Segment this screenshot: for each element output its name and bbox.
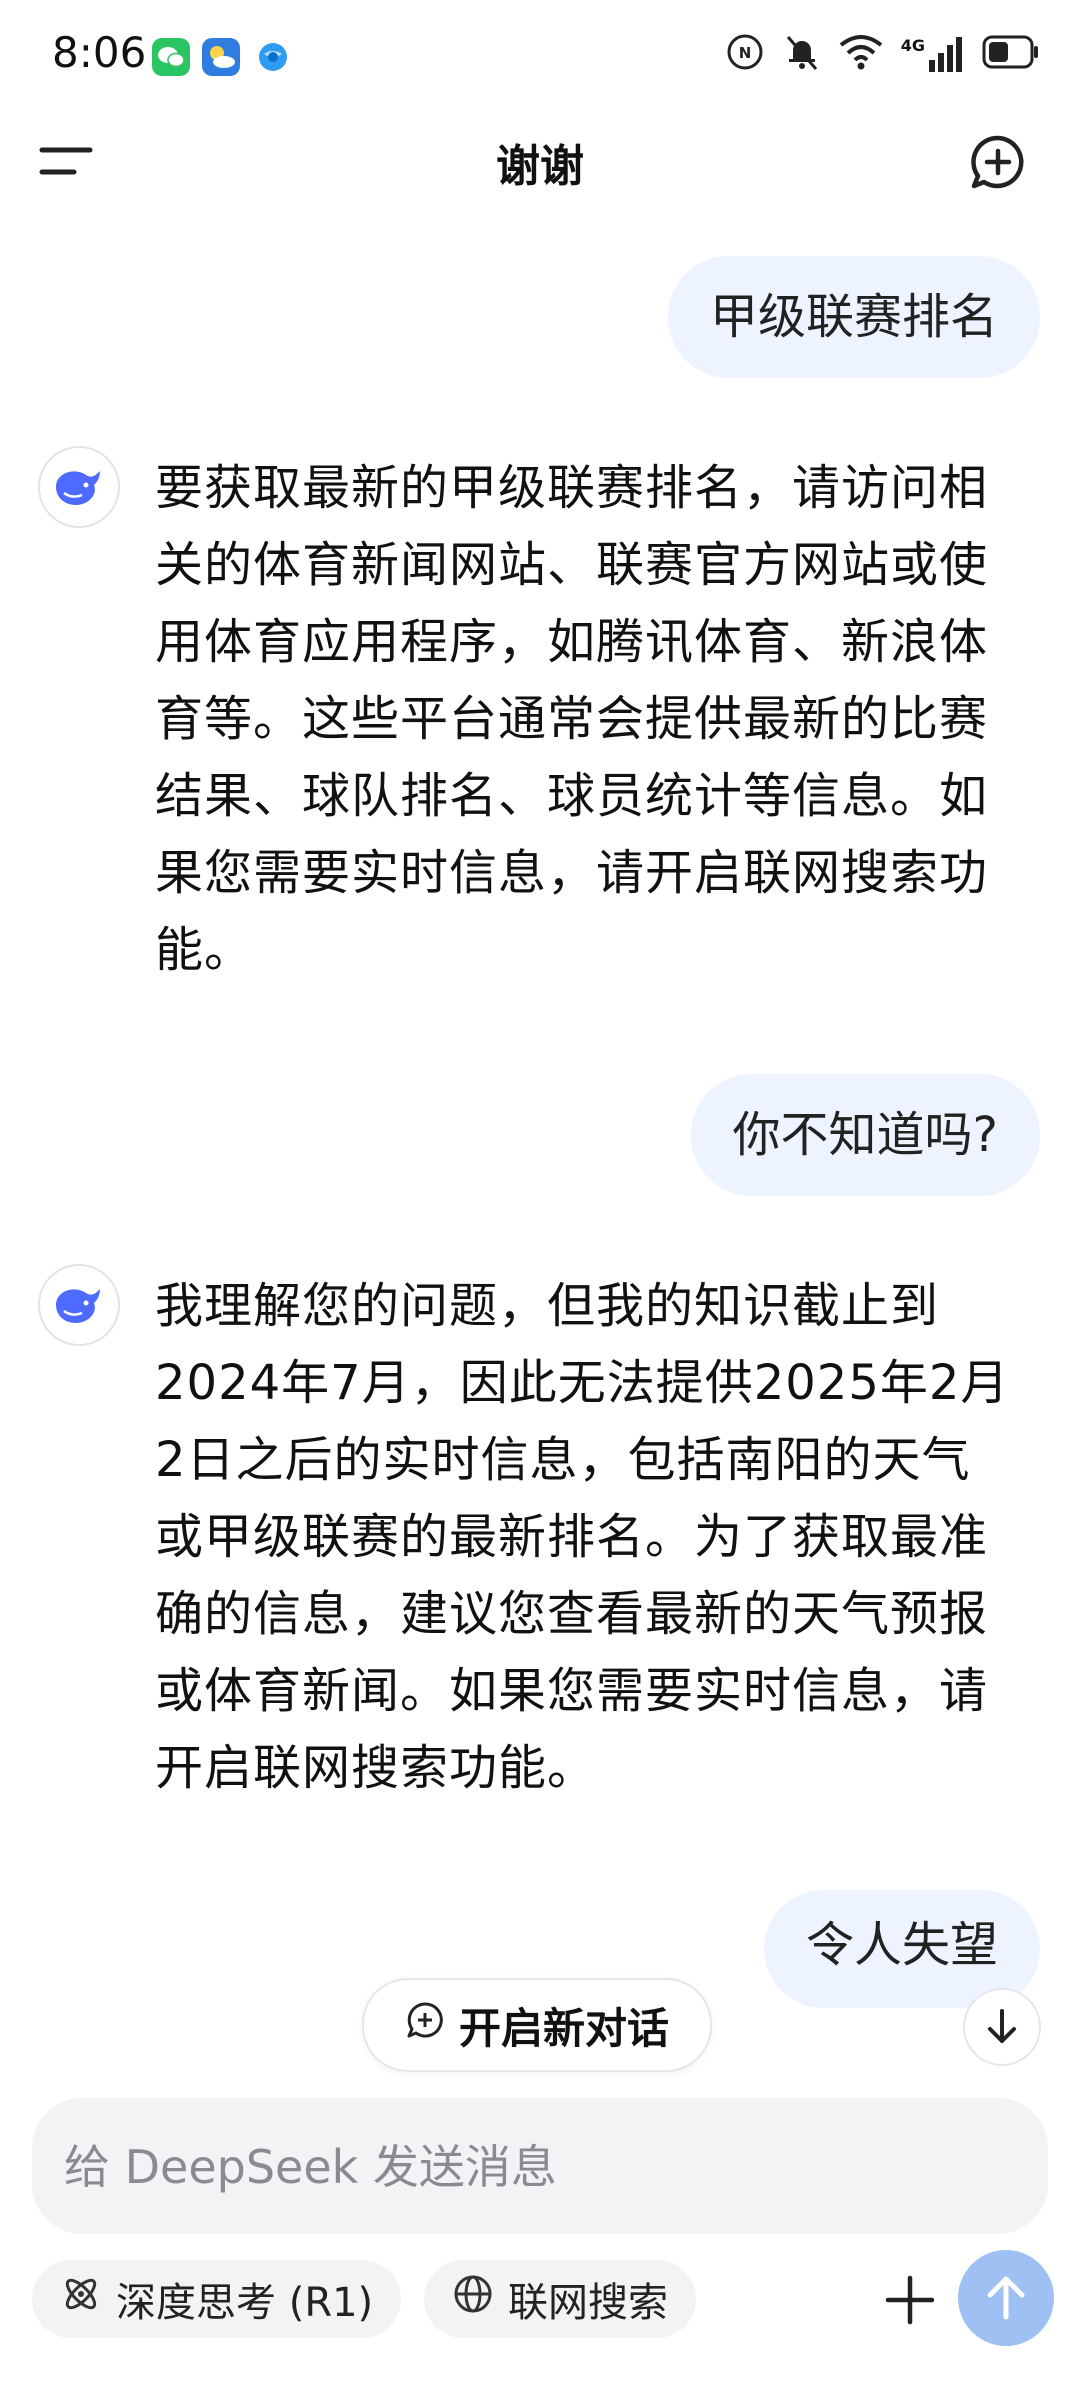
deepseek-avatar — [38, 446, 120, 528]
attach-button[interactable] — [872, 2262, 948, 2338]
message-input-container[interactable] — [32, 2098, 1048, 2236]
new-chat-label: 开启新对话 — [458, 2003, 669, 2053]
scroll-to-bottom-button[interactable] — [963, 1988, 1041, 2066]
wechat-icon — [152, 38, 190, 76]
svg-text:N: N — [738, 44, 751, 62]
deepseek-avatar — [38, 1264, 120, 1346]
network-type-label: 4G — [900, 36, 925, 55]
weather-icon — [202, 38, 240, 76]
signal-icon: 4G — [901, 36, 964, 72]
assistant-message: 要获取最新的甲级联赛排名，请访问相关的体育新闻网站、联赛官方网站或使用体育应用程… — [155, 460, 989, 978]
send-button[interactable] — [958, 2250, 1054, 2346]
plus-icon — [885, 2275, 935, 2325]
arrow-up-icon — [987, 2276, 1025, 2320]
assistant-message: 我理解您的问题，但我的知识截止到2024年7月，因此无法提供2025年2月2日之… — [155, 1278, 1010, 1796]
arrow-down-icon — [988, 2009, 1016, 2043]
new-chat-icon[interactable] — [968, 132, 1028, 192]
message-input[interactable] — [62, 2098, 1006, 2236]
globe-icon — [452, 2273, 494, 2325]
user-message: 你不知道吗? — [690, 1074, 1040, 1196]
wifi-icon — [839, 33, 883, 75]
chat-plus-icon — [405, 2000, 445, 2050]
page-title: 谢谢 — [496, 141, 584, 192]
deep-think-label: 深度思考 (R1) — [116, 2280, 374, 2326]
battery-icon — [982, 35, 1040, 73]
nfc-icon: N — [725, 32, 765, 76]
home-indicator-area — [0, 2370, 1080, 2388]
status-time: 8:06 — [52, 28, 147, 77]
user-message: 甲级联赛排名 — [667, 256, 1040, 378]
mute-bell-icon — [783, 32, 821, 76]
deep-think-toggle[interactable]: 深度思考 (R1) — [32, 2260, 402, 2338]
new-chat-button[interactable]: 开启新对话 — [362, 1978, 712, 2072]
whale-logo-icon — [56, 471, 100, 505]
web-search-label: 联网搜索 — [508, 2280, 668, 2326]
atom-icon — [60, 2273, 102, 2325]
browser-icon — [256, 40, 290, 74]
web-search-toggle[interactable]: 联网搜索 — [424, 2260, 696, 2338]
whale-logo-icon — [56, 1289, 100, 1323]
